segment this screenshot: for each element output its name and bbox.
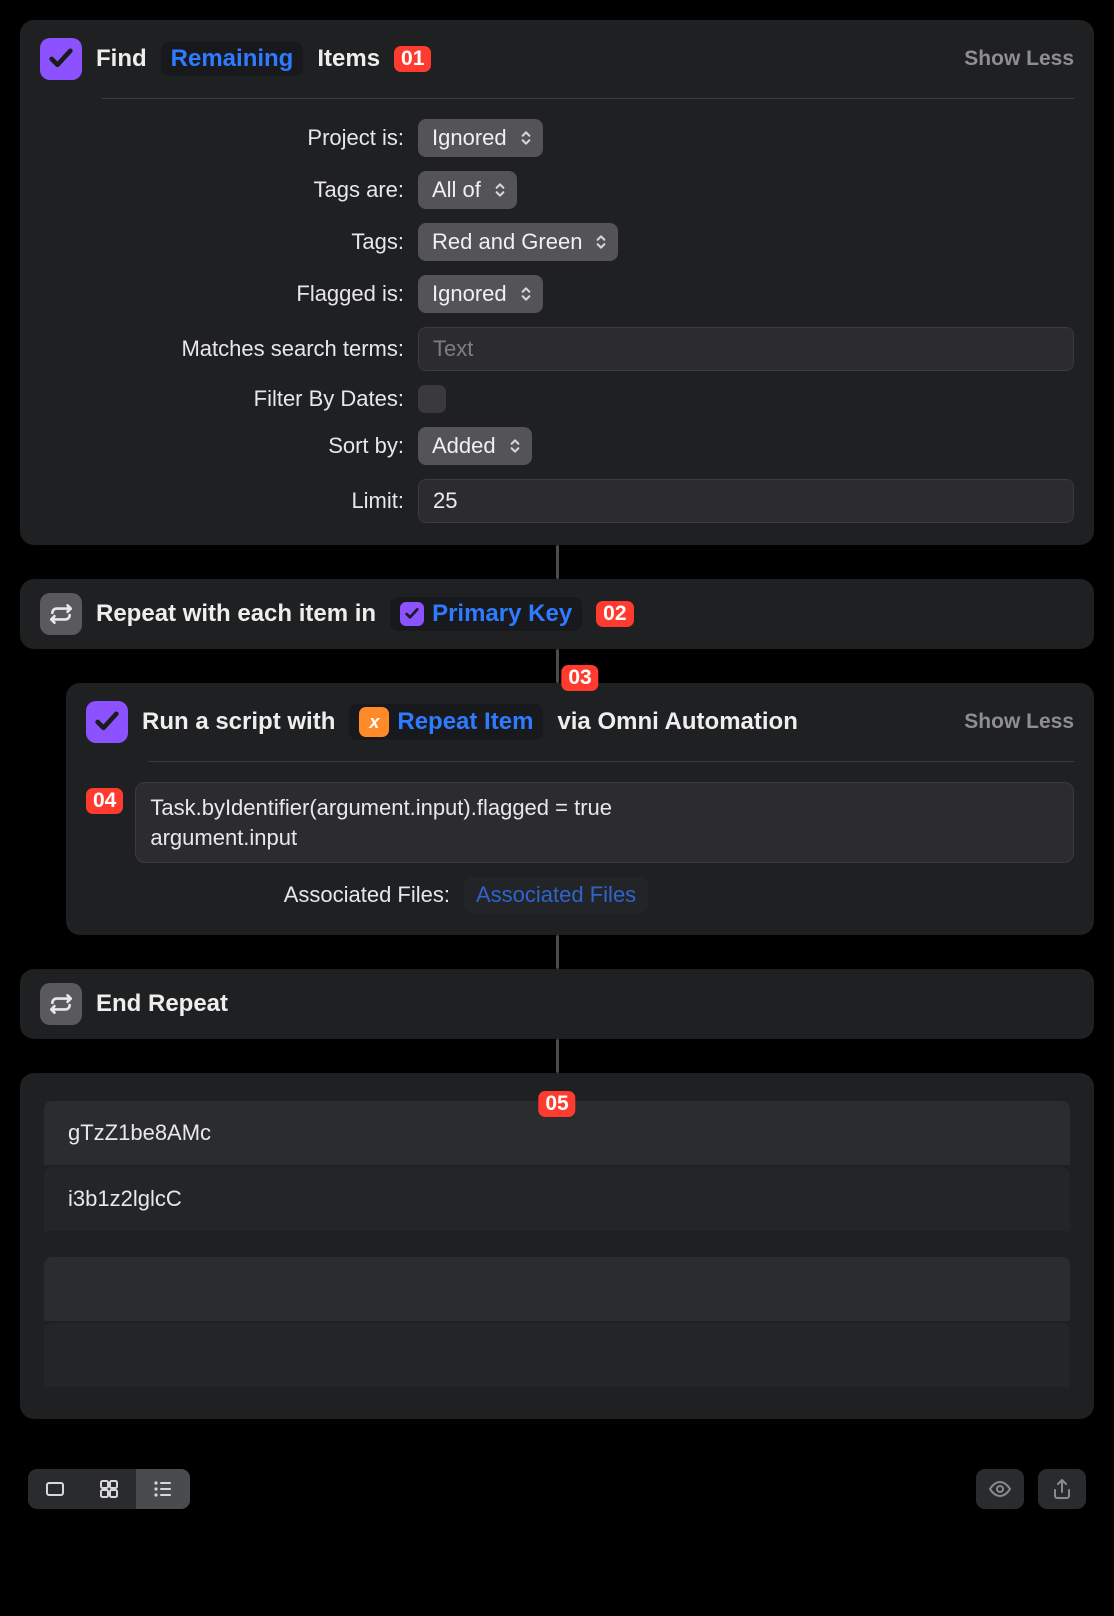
show-less-button[interactable]: Show Less: [964, 47, 1074, 71]
variable-x-icon: x: [359, 707, 389, 737]
callout-badge-01: 01: [394, 46, 431, 72]
find-items-header: Find Remaining Items 01 Show Less: [40, 38, 1074, 80]
flagged-label: Flagged is:: [40, 281, 418, 307]
result-row[interactable]: i3b1z2lglcC: [44, 1167, 1070, 1231]
filterdates-checkbox[interactable]: [418, 385, 446, 413]
limit-label: Limit:: [40, 488, 418, 514]
callout-badge-03: 03: [561, 665, 598, 691]
checkmark-icon: [93, 708, 121, 736]
chevrons-icon: [493, 181, 507, 199]
quick-look-button[interactable]: [976, 1469, 1024, 1509]
end-repeat-title: End Repeat: [96, 990, 228, 1018]
callout-badge-04: 04: [86, 788, 123, 814]
omnifocus-app-icon: [40, 38, 82, 80]
repeat-action-icon: [40, 983, 82, 1025]
end-repeat-header: End Repeat: [40, 983, 1074, 1025]
omnifocus-mini-icon: [400, 602, 424, 626]
repeat-arrows-icon: [48, 991, 74, 1017]
list-icon: [151, 1477, 175, 1501]
remaining-token[interactable]: Remaining: [161, 42, 304, 76]
connector-line: [556, 1039, 559, 1073]
search-input[interactable]: [418, 327, 1074, 371]
run-script-header: Run a script with x Repeat Item via Omni…: [86, 701, 1074, 743]
runscript-title-pre: Run a script with: [142, 708, 335, 736]
view-mode-segment: [28, 1469, 190, 1509]
tags-label: Tags:: [40, 229, 418, 255]
show-less-button[interactable]: Show Less: [964, 710, 1074, 734]
run-script-action: 03 Run a script with x Repeat Item via O…: [66, 683, 1094, 935]
filterdates-label: Filter By Dates:: [40, 386, 418, 412]
grid-icon: [97, 1477, 121, 1501]
chevrons-icon: [519, 285, 533, 303]
tags-select[interactable]: Red and Green: [418, 223, 618, 261]
project-select[interactable]: Ignored: [418, 119, 543, 157]
eye-icon: [988, 1477, 1012, 1501]
sortby-select[interactable]: Added: [418, 427, 532, 465]
repeat-title: Repeat with each item in: [96, 600, 376, 628]
primary-key-token[interactable]: Primary Key: [390, 597, 582, 631]
flagged-select[interactable]: Ignored: [418, 275, 543, 313]
find-items-action: Find Remaining Items 01 Show Less Projec…: [20, 20, 1094, 545]
project-label: Project is:: [40, 125, 418, 151]
tagsare-select[interactable]: All of: [418, 171, 517, 209]
chevrons-icon: [519, 129, 533, 147]
connector-line: [556, 545, 559, 579]
result-row[interactable]: [44, 1257, 1070, 1321]
results-panel: 05 gTzZ1be8AMci3b1z2lglcC: [20, 1073, 1094, 1419]
connector-line: [556, 935, 559, 969]
end-repeat-action: End Repeat: [20, 969, 1094, 1039]
omnifocus-app-icon: [86, 701, 128, 743]
callout-badge-02: 02: [596, 601, 633, 627]
view-grid-button[interactable]: [82, 1469, 136, 1509]
chevrons-icon: [508, 437, 522, 455]
tagsare-label: Tags are:: [40, 177, 418, 203]
search-label: Matches search terms:: [40, 336, 418, 362]
assoc-files-token[interactable]: Associated Files: [464, 877, 648, 913]
repeat-action: Repeat with each item in Primary Key 02: [20, 579, 1094, 649]
limit-input[interactable]: [418, 479, 1074, 523]
repeat-header: Repeat with each item in Primary Key 02: [40, 593, 1074, 635]
script-code-textarea[interactable]: Task.byIdentifier(argument.input).flagge…: [135, 782, 1074, 863]
sortby-label: Sort by:: [40, 433, 418, 459]
divider: [102, 98, 1074, 99]
share-button[interactable]: [1038, 1469, 1086, 1509]
repeat-action-icon: [40, 593, 82, 635]
rectangle-icon: [43, 1477, 67, 1501]
callout-badge-05: 05: [538, 1091, 575, 1117]
title-post: Items: [317, 45, 380, 73]
runscript-title-post: via Omni Automation: [557, 708, 797, 736]
result-row[interactable]: [44, 1323, 1070, 1387]
share-icon: [1050, 1477, 1074, 1501]
connector-line: [556, 649, 559, 683]
divider: [148, 761, 1074, 762]
title-pre: Find: [96, 45, 147, 73]
view-list-button[interactable]: [136, 1469, 190, 1509]
assoc-files-label: Associated Files:: [86, 882, 464, 908]
repeat-arrows-icon: [48, 601, 74, 627]
chevrons-icon: [594, 233, 608, 251]
view-single-button[interactable]: [28, 1469, 82, 1509]
bottom-toolbar: [20, 1459, 1094, 1527]
checkmark-icon: [47, 45, 75, 73]
repeat-item-token[interactable]: x Repeat Item: [349, 704, 543, 740]
